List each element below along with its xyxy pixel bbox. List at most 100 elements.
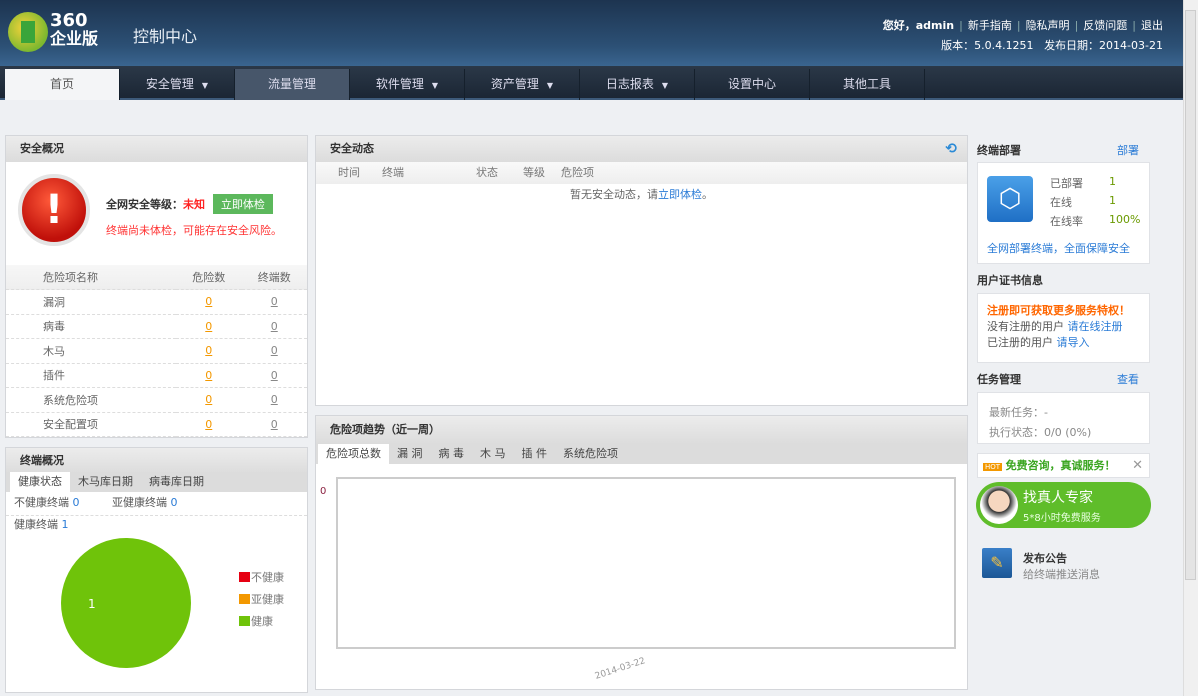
risk-count-link[interactable]: 0	[176, 412, 242, 437]
risk-count-link[interactable]: 0	[176, 289, 242, 315]
risk-count-link[interactable]: 0	[176, 387, 242, 413]
notice-subtitle: 给终端推送消息	[1023, 568, 1100, 581]
brand-360: 360	[50, 10, 88, 31]
cert-promo: 注册即可获取更多服务特权！	[987, 304, 1130, 317]
risk-table: 危险项名称 危险数 终端数 漏洞 0 0 病毒 0 0 木马 0 0 插件 0 0 系统危险项 0 0 安全配置项…	[6, 265, 307, 437]
risk-count-link[interactable]: 0	[176, 314, 242, 339]
import-link[interactable]: 请导入	[1057, 336, 1090, 349]
tab-trend[interactable]: 病 毒	[431, 444, 473, 464]
nav-item[interactable]: 日志报表 ▼	[580, 69, 695, 100]
latest-task: 最新任务：-	[989, 406, 1048, 419]
level-value: 未知	[183, 198, 205, 211]
deploy-card: ⬡ 已部署 1 在线 1 在线率 100% 全网部署终端，全面保障安全	[977, 162, 1150, 264]
risk-count-link[interactable]: 0	[176, 363, 242, 388]
nav-label: 其他工具	[842, 77, 891, 91]
tab-terminal[interactable]: 木马库日期	[70, 472, 141, 492]
announce-icon[interactable]: ✎	[982, 548, 1012, 578]
refresh-icon[interactable]: ⟲	[945, 141, 957, 157]
security-dynamics-panel: 安全动态 ⟲ 时间 终端 状态 等级 危险项 暂无安全动态，请立即体检。	[315, 135, 968, 406]
legend-swatch	[239, 616, 250, 626]
register-link[interactable]: 请在线注册	[1068, 320, 1123, 333]
tab-terminal[interactable]: 病毒库日期	[141, 472, 212, 492]
panel-title: 终端概况	[6, 448, 307, 474]
consult-text: 免费咨询，真诚服务！	[1005, 459, 1116, 472]
task-title: 任务管理	[977, 373, 1021, 386]
task-view-link[interactable]: 查看	[1117, 371, 1139, 387]
tab-trend[interactable]: 危险项总数	[318, 444, 389, 464]
app-title: 控制中心	[133, 27, 198, 46]
deploy-link[interactable]: 部署	[1117, 142, 1139, 158]
feedback-link[interactable]: 反馈问题	[1083, 19, 1127, 32]
brand-logo: 360 企业版	[50, 12, 98, 48]
check-now-link[interactable]: 立即体检	[658, 188, 702, 201]
empty-message: 暂无安全动态，请立即体检。	[316, 184, 967, 206]
nav-label: 资产管理	[490, 77, 539, 91]
nav-item[interactable]: 流量管理	[235, 69, 350, 100]
risk-count-link[interactable]: 0	[176, 338, 242, 364]
version: 版本：5.0.4.1251	[941, 39, 1034, 52]
risk-name: 安全配置项	[6, 412, 176, 437]
stat-value[interactable]: 0	[73, 496, 80, 509]
package-icon: ⬡	[987, 176, 1033, 222]
check-now-button[interactable]: 立即体检	[212, 194, 273, 214]
pie-slice[interactable]	[61, 538, 191, 668]
deploy-label: 已部署	[1050, 177, 1083, 190]
deploy-all-link[interactable]: 全网部署终端，全面保障安全	[987, 240, 1130, 256]
logo-icon	[8, 12, 48, 52]
risk-name: 漏洞	[6, 289, 176, 315]
col-status: 状态	[476, 166, 498, 179]
expert-button[interactable]: 找真人专家 5*8小时免费服务	[976, 482, 1151, 528]
nav-item[interactable]: 其他工具	[810, 69, 925, 100]
avatar	[980, 486, 1018, 524]
nav-item[interactable]: 软件管理 ▼	[350, 69, 465, 100]
deploy-title: 终端部署	[977, 144, 1021, 157]
unregistered-label: 没有注册的用户	[987, 320, 1064, 333]
legend-label: 不健康	[251, 570, 284, 584]
nav-item[interactable]: 设置中心	[695, 69, 810, 100]
nav-item[interactable]: 安全管理 ▼	[120, 69, 235, 100]
privacy-link[interactable]: 隐私声明	[1026, 19, 1070, 32]
legend-swatch	[239, 594, 250, 604]
terminal-count-link[interactable]: 0	[241, 338, 307, 364]
terminal-count-link[interactable]: 0	[241, 363, 307, 388]
nav-label: 安全管理	[145, 77, 194, 91]
nav-item[interactable]: 首页	[5, 69, 120, 100]
chevron-down-icon: ▼	[431, 81, 439, 90]
panel-title: 安全动态	[316, 136, 967, 162]
tab-trend[interactable]: 插 件	[514, 444, 556, 464]
tab-terminal[interactable]: 健康状态	[10, 472, 70, 492]
task-card: 最新任务：- 执行状态：0/0 (0%)	[977, 392, 1150, 444]
nav-item[interactable]: 资产管理 ▼	[465, 69, 580, 100]
logout-link[interactable]: 退出	[1141, 19, 1163, 32]
legend-swatch	[239, 572, 250, 582]
notice-title[interactable]: 发布公告	[1023, 550, 1067, 566]
risk-name: 系统危险项	[6, 387, 176, 413]
empty-suffix: 。	[702, 188, 713, 201]
nav-label: 流量管理	[267, 77, 316, 91]
panel-title: 安全概况	[6, 136, 307, 162]
terminal-count-link[interactable]: 0	[241, 412, 307, 437]
tab-trend[interactable]: 漏 洞	[389, 444, 431, 464]
deploy-value: 1	[1109, 194, 1116, 207]
col-terminal: 终端	[382, 166, 404, 179]
risk-trend-panel: 危险项趋势（近一周） 危险项总数漏 洞病 毒木 马插 件系统危险项 0 2014-…	[315, 415, 968, 690]
risk-trend-chart: 0 2014-03-22	[320, 477, 956, 682]
stat-value[interactable]: 0	[171, 496, 178, 509]
terminal-count-link[interactable]: 0	[241, 289, 307, 315]
deploy-value: 1	[1109, 175, 1116, 188]
tab-trend[interactable]: 木 马	[472, 444, 514, 464]
col-risk: 危险项	[561, 166, 594, 179]
legend-label: 健康	[251, 614, 273, 628]
cert-title: 用户证书信息	[977, 274, 1043, 287]
tab-trend[interactable]: 系统危险项	[555, 444, 626, 464]
terminal-count-link[interactable]: 0	[241, 314, 307, 339]
col-level: 等级	[523, 166, 545, 179]
close-icon[interactable]: ✕	[1132, 454, 1143, 477]
scrollbar-thumb[interactable]	[1185, 10, 1196, 580]
stat-label: 亚健康终端	[112, 496, 167, 509]
terminal-count-link[interactable]: 0	[241, 387, 307, 413]
table-row: 插件 0 0	[6, 363, 307, 388]
guide-link[interactable]: 新手指南	[968, 19, 1012, 32]
task-status: 执行状态：0/0 (0%)	[989, 426, 1092, 439]
security-overview-panel: 安全概况 ! 全网安全等级：未知 立即体检 终端尚未体检，可能存在安全风险。 危…	[5, 135, 308, 438]
